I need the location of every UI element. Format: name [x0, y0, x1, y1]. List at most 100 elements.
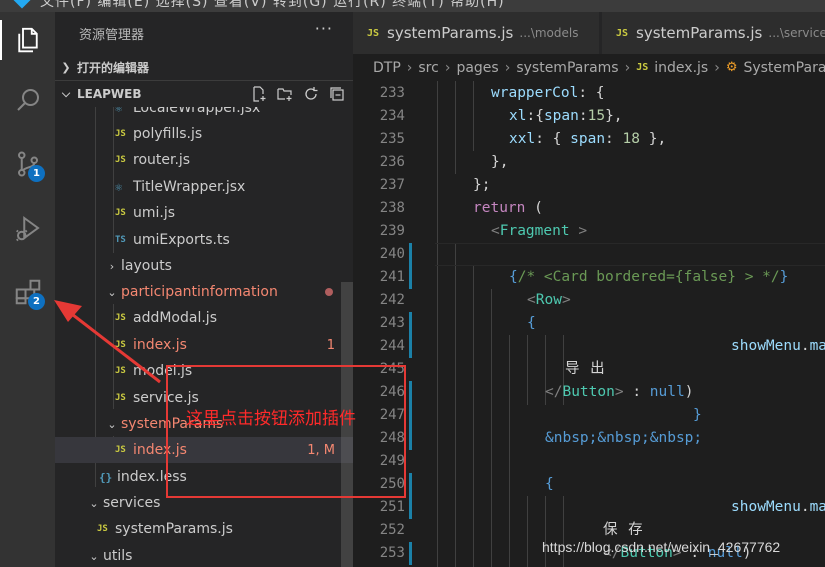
js-file-icon: JS: [115, 366, 126, 376]
collapse-all-icon[interactable]: [329, 86, 345, 102]
tab-systemparams-services[interactable]: JS systemParams.js ...\services: [602, 12, 825, 54]
code-line: </Button> : null): [545, 384, 694, 400]
activity-extensions[interactable]: 2: [0, 266, 55, 318]
chevron-down-icon: ⌄: [107, 417, 117, 431]
tree-item-folder[interactable]: › layouts: [55, 253, 353, 279]
indent-guide: [527, 496, 528, 567]
workspace-label: LEAPWEB: [77, 87, 142, 101]
line-number: 233: [379, 85, 405, 101]
annotation-text: 这里点击按钮添加插件: [186, 409, 356, 429]
git-change-marker: [409, 542, 412, 565]
activity-explorer[interactable]: [0, 14, 55, 66]
git-change-marker: [409, 427, 412, 450]
js-file-icon: JS: [115, 445, 126, 455]
tab-path: ...\models: [519, 26, 579, 40]
activity-run-debug[interactable]: [0, 202, 55, 254]
ts-file-icon: TS: [115, 235, 126, 245]
breadcrumb-item[interactable]: systemParams: [516, 60, 618, 76]
line-number: 236: [379, 154, 405, 170]
new-folder-icon[interactable]: [277, 86, 293, 102]
error-dot-icon: [325, 288, 333, 296]
line-number: 241: [379, 269, 405, 285]
code-editor[interactable]: 233 234 235 236 237 238 239 240 241 242 …: [353, 81, 825, 567]
tree-item-label: umiExports.ts: [133, 232, 230, 248]
git-change-marker: [409, 473, 412, 496]
tree-item-file[interactable]: JS router.js: [55, 147, 353, 173]
tree-item-file[interactable]: JS index.js 1: [55, 332, 353, 358]
tree-item-label: services: [103, 495, 161, 511]
indent-guide: [473, 266, 474, 567]
chevron-down-icon: ⌄: [89, 496, 99, 510]
indent-guide: [455, 243, 456, 567]
tree-item-file[interactable]: JS polyfills.js: [55, 121, 353, 147]
js-file-icon: JS: [115, 155, 126, 165]
code-lines: wrapperCol: { xl:{span:15}, xxl: { span:…: [435, 81, 825, 567]
js-file-icon: JS: [115, 393, 126, 403]
open-editors-label: 打开的编辑器: [77, 60, 150, 75]
js-file-icon: JS: [367, 27, 380, 39]
chevron-right-icon: ›: [444, 59, 451, 76]
tree-item-folder[interactable]: ⌄ participantinformation: [55, 279, 353, 305]
git-change-marker: [409, 243, 412, 266]
more-actions-icon[interactable]: ···: [315, 19, 333, 38]
code-line: showMenu.ma: [731, 499, 825, 515]
activity-search[interactable]: [0, 74, 55, 126]
tab-systemparams-models[interactable]: JS systemParams.js ...\models: [353, 12, 599, 54]
code-line: &nbsp;&nbsp;&nbsp;: [545, 430, 703, 446]
code-line: 导 出: [565, 361, 608, 377]
tree-item-label: router.js: [133, 152, 191, 168]
problem-count: 1: [326, 337, 335, 353]
code-line: xl:{span:15},: [509, 108, 623, 124]
indent-guide: [437, 81, 438, 567]
tree-item-file[interactable]: TS umiExports.ts: [55, 227, 353, 253]
git-change-marker: [409, 312, 412, 335]
tree-item-label: TitleWrapper.jsx: [133, 179, 246, 195]
workspace-section[interactable]: ⌵ LEAPWEB: [55, 81, 353, 107]
git-change-marker: [409, 381, 412, 404]
vscode-logo-icon: [13, 0, 31, 9]
new-file-icon[interactable]: [251, 86, 267, 102]
tab-label: systemParams.js: [636, 24, 763, 42]
line-number: 251: [379, 499, 405, 515]
breadcrumb-item[interactable]: DTP: [373, 60, 401, 76]
tree-item-file[interactable]: JS umi.js: [55, 200, 353, 226]
sidebar-title: 资源管理器: [79, 28, 145, 43]
indent-guide: [509, 335, 510, 567]
breadcrumb-item[interactable]: pages: [456, 60, 498, 76]
code-line: <Fragment >: [491, 223, 588, 239]
menu-items[interactable]: 文件(F) 编辑(E) 选择(S) 查看(V) 转到(G) 运行(R) 终端(T…: [40, 0, 505, 11]
code-line: };: [473, 177, 491, 193]
source-control-badge: 1: [28, 165, 45, 182]
extensions-badge: 2: [28, 293, 45, 310]
tree-item-folder[interactable]: ⌄ utils: [55, 543, 353, 567]
tree-item-file[interactable]: ⚛ TitleWrapper.jsx: [55, 174, 353, 200]
tab-label: systemParams.js: [387, 24, 514, 42]
explorer-actions: [251, 81, 345, 107]
activity-source-control[interactable]: 1: [0, 138, 55, 190]
breadcrumb-file[interactable]: index.js: [654, 60, 708, 76]
line-number: 252: [379, 522, 405, 538]
code-line: showMenu.ma: [731, 338, 825, 354]
breadcrumb-symbol[interactable]: SystemParams: [743, 60, 825, 76]
line-number: 239: [379, 223, 405, 239]
chevron-down-icon: ⌵: [61, 87, 71, 100]
watermark: https://blog.csdn.net/weixin_42677762: [542, 539, 781, 555]
js-file-icon: JS: [636, 62, 649, 73]
less-file-icon: {}: [99, 470, 113, 484]
code-line: {: [545, 476, 554, 492]
open-editors-section[interactable]: ❯ 打开的编辑器: [55, 54, 353, 80]
tree-item-file[interactable]: JS addModal.js: [55, 305, 353, 331]
refresh-icon[interactable]: [303, 86, 319, 102]
code-line: wrapperCol: {: [491, 85, 605, 101]
git-change-marker: [409, 266, 412, 289]
git-change-marker: [409, 404, 412, 427]
tree-item-file[interactable]: JS systemParams.js: [55, 516, 353, 542]
tree-item-file[interactable]: ⚛ LocaleWrapper.jsx: [55, 107, 353, 121]
js-file-icon: JS: [115, 208, 126, 218]
breadcrumb-item[interactable]: src: [418, 60, 438, 76]
tree-item-label: addModal.js: [133, 310, 217, 326]
line-number: 253: [379, 545, 405, 561]
code-line-current: [435, 243, 825, 266]
line-number: 238: [379, 200, 405, 216]
file-tree: ⚛ LocaleWrapper.jsx JS polyfills.js JS r…: [55, 107, 353, 567]
